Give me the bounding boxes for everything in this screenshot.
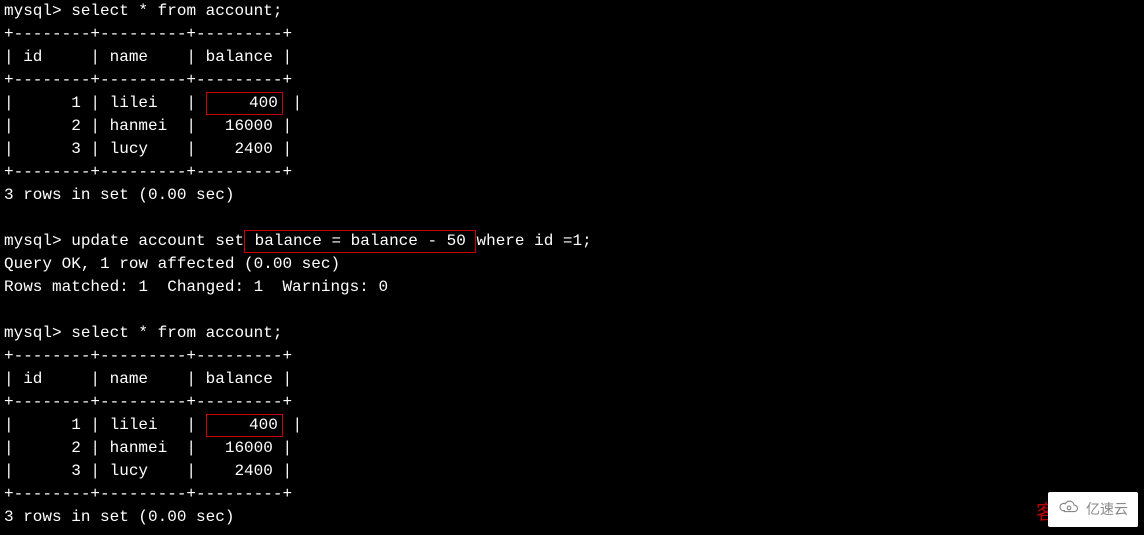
table-header: | id | name | balance |: [4, 48, 292, 66]
table-border: +--------+---------+---------+: [4, 485, 292, 503]
prompt: mysql>: [4, 324, 62, 342]
sql-query: update account set balance = balance - 5…: [71, 232, 591, 250]
table-border: +--------+---------+---------+: [4, 25, 292, 43]
table-border: +--------+---------+---------+: [4, 163, 292, 181]
query-ok: Query OK, 1 row affected (0.00 sec): [4, 255, 340, 273]
table-row: | 1 | lilei | 400 |: [4, 94, 302, 112]
table-row: | 2 | hanmei | 16000 |: [4, 117, 292, 135]
rows-matched: Rows matched: 1 Changed: 1 Warnings: 0: [4, 278, 388, 296]
sql-query: select * from account;: [71, 2, 282, 20]
table-header: | id | name | balance |: [4, 370, 292, 388]
watermark-text: 亿速云: [1086, 498, 1128, 521]
table-row: | 3 | lucy | 2400 |: [4, 140, 292, 158]
table-row: | 2 | hanmei | 16000 |: [4, 439, 292, 457]
table-border: +--------+---------+---------+: [4, 71, 292, 89]
highlighted-balance: 400: [206, 414, 283, 437]
result-summary: 3 rows in set (0.00 sec): [4, 186, 234, 204]
sql-query: select * from account;: [71, 324, 282, 342]
prompt: mysql>: [4, 232, 62, 250]
prompt: mysql>: [4, 2, 62, 20]
table-row: | 1 | lilei | 400 |: [4, 416, 302, 434]
highlighted-balance: 400: [206, 92, 283, 115]
cloud-icon: [1058, 498, 1080, 521]
terminal[interactable]: mysql> select * from account; +--------+…: [0, 0, 1144, 529]
highlighted-expression: balance = balance - 50: [244, 230, 476, 253]
table-border: +--------+---------+---------+: [4, 347, 292, 365]
result-summary: 3 rows in set (0.00 sec): [4, 508, 234, 526]
watermark: 亿速云: [1048, 492, 1138, 527]
table-row: | 3 | lucy | 2400 |: [4, 462, 292, 480]
table-border: +--------+---------+---------+: [4, 393, 292, 411]
